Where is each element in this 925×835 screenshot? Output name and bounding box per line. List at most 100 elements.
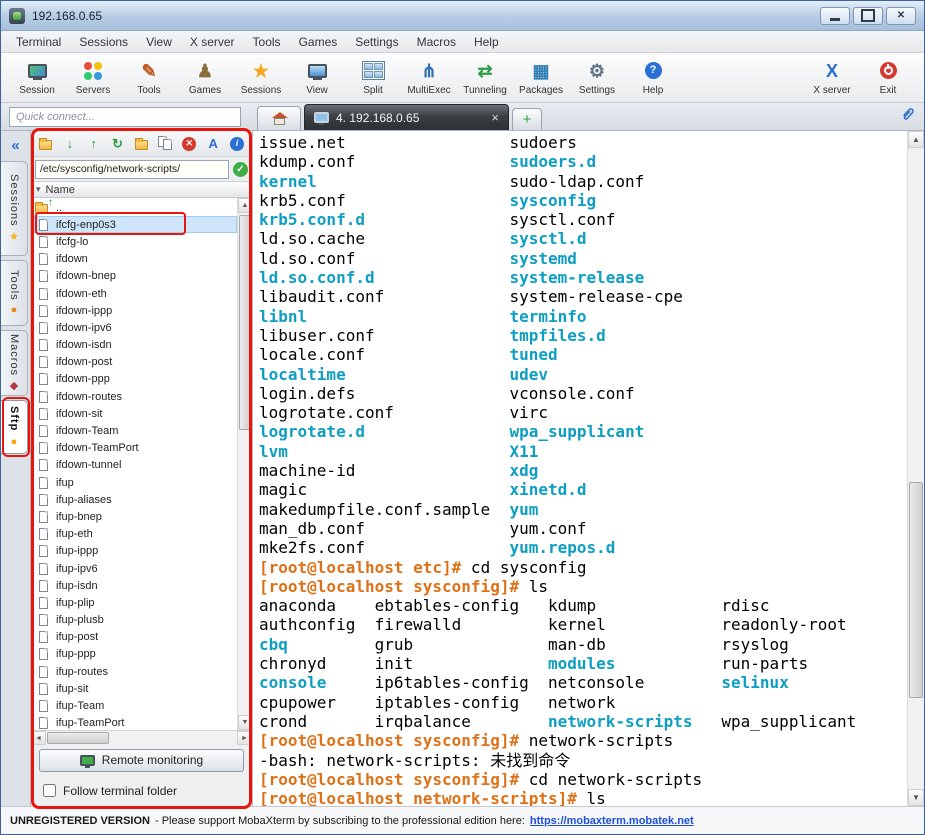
file-row[interactable]: ifcfg-lo <box>31 233 237 250</box>
file-list-scrollbar[interactable]: ▲ ▼ <box>237 198 252 730</box>
remote-monitoring-button[interactable]: Remote monitoring <box>39 748 244 772</box>
menu-games[interactable]: Games <box>290 32 347 52</box>
file-name: ifcfg-lo <box>56 235 89 248</box>
refresh-button[interactable]: ↻ <box>107 133 129 155</box>
file-row[interactable]: ifdown-bnep <box>31 268 237 285</box>
menu-sessions[interactable]: Sessions <box>70 32 137 52</box>
file-row[interactable]: ifup-plip <box>31 594 237 611</box>
sftp-path-input[interactable] <box>35 159 229 179</box>
packages-button[interactable]: ▦ Packages <box>513 55 569 101</box>
scroll-left-icon[interactable]: ◄ <box>31 731 46 745</box>
copy-button[interactable] <box>154 133 176 155</box>
file-row[interactable]: ifup-post <box>31 629 237 646</box>
file-row[interactable]: ifup-Team <box>31 697 237 714</box>
scroll-up-icon[interactable]: ▲ <box>238 198 252 213</box>
file-row[interactable]: ifup-ippp <box>31 543 237 560</box>
file-row[interactable]: ifdown-post <box>31 354 237 371</box>
file-row[interactable]: ifup <box>31 474 237 491</box>
side-tab-macros[interactable]: Macros ◆ <box>1 330 28 396</box>
menu-x-server[interactable]: X server <box>181 32 244 52</box>
servers-button[interactable]: Servers <box>65 55 121 101</box>
attachments-icon[interactable] <box>892 106 924 127</box>
file-row[interactable]: ifup-isdn <box>31 577 237 594</box>
info-button[interactable]: i <box>226 133 248 155</box>
scroll-down-icon[interactable]: ▼ <box>238 715 252 730</box>
download-button[interactable]: ↓ <box>59 133 81 155</box>
file-row[interactable]: ifdown-ippp <box>31 302 237 319</box>
file-row[interactable]: ifdown-Team <box>31 422 237 439</box>
quick-connect-input[interactable] <box>9 106 241 127</box>
font-button[interactable]: A <box>202 133 224 155</box>
menu-view[interactable]: View <box>137 32 181 52</box>
x-server-button[interactable]: X X server <box>804 55 860 101</box>
file-row[interactable]: ifdown-isdn <box>31 337 237 354</box>
new-folder-button[interactable] <box>35 133 57 155</box>
menu-terminal[interactable]: Terminal <box>7 32 70 52</box>
file-row[interactable]: ifup-eth <box>31 526 237 543</box>
file-list-header[interactable]: ▾ Name <box>31 181 252 198</box>
scroll-right-icon[interactable]: ► <box>237 731 252 745</box>
exit-button[interactable]: Exit <box>860 55 916 101</box>
side-tab-tools[interactable]: Tools ● <box>1 260 28 326</box>
file-row[interactable]: ifdown <box>31 251 237 268</box>
side-tab-sftp[interactable]: Sftp ● <box>1 400 28 454</box>
collapse-sidebar-button[interactable]: « <box>1 131 30 159</box>
view-button[interactable]: View <box>289 55 345 101</box>
tools-button[interactable]: ✎ Tools <box>121 55 177 101</box>
file-row[interactable]: ifdown-eth <box>31 285 237 302</box>
session-button[interactable]: Session <box>9 55 65 101</box>
open-folder-button[interactable] <box>131 133 153 155</box>
file-row[interactable]: ifdown-ipv6 <box>31 319 237 336</box>
file-row[interactable]: ifup-routes <box>31 663 237 680</box>
close-button[interactable] <box>886 6 916 25</box>
file-row[interactable]: ifup-plusb <box>31 612 237 629</box>
file-row[interactable]: ifup-bnep <box>31 508 237 525</box>
terminal-scrollbar-thumb[interactable] <box>909 482 923 698</box>
games-button[interactable]: ♟ Games <box>177 55 233 101</box>
terminal-scrollbar[interactable]: ▲ ▼ <box>907 131 924 806</box>
menu-help[interactable]: Help <box>465 32 508 52</box>
file-row[interactable]: ifup-aliases <box>31 491 237 508</box>
sessions-button[interactable]: ★ Sessions <box>233 55 289 101</box>
multiexec-button[interactable]: ⋔ MultiExec <box>401 55 457 101</box>
terminal-scroll-down-icon[interactable]: ▼ <box>908 789 924 806</box>
follow-terminal-folder-checkbox[interactable] <box>43 784 56 797</box>
new-tab-button[interactable]: + <box>512 108 542 130</box>
file-row[interactable]: ifup-ppp <box>31 646 237 663</box>
file-row[interactable]: ifdown-routes <box>31 388 237 405</box>
tunneling-button[interactable]: ⇄ Tunneling <box>457 55 513 101</box>
file-icon <box>35 614 51 627</box>
help-button[interactable]: ? Help <box>625 55 681 101</box>
tab-home[interactable] <box>257 106 301 130</box>
open-folder-icon <box>135 137 148 150</box>
file-row[interactable]: ifdown-TeamPort <box>31 440 237 457</box>
tab-active-session[interactable]: 4. 192.168.0.65 × <box>304 104 509 130</box>
parent-dir-row[interactable]: ↑.. <box>31 198 237 216</box>
file-row[interactable]: ifdown-ppp <box>31 371 237 388</box>
side-tab-sessions[interactable]: Sessions ★ <box>1 161 28 256</box>
file-list-scrollbar-thumb[interactable] <box>239 215 251 430</box>
file-list-hscrollbar-thumb[interactable] <box>47 732 109 744</box>
file-row[interactable]: ifup-sit <box>31 680 237 697</box>
tab-close-icon[interactable]: × <box>491 110 499 125</box>
menu-settings[interactable]: Settings <box>346 32 407 52</box>
upload-button[interactable]: ↑ <box>83 133 105 155</box>
path-ok-icon[interactable]: ✓ <box>233 161 248 177</box>
file-row[interactable]: ifup-ipv6 <box>31 560 237 577</box>
terminal-output[interactable]: issue.net sudoers kdump.conf sudoers.d ker… <box>253 131 907 806</box>
menu-macros[interactable]: Macros <box>408 32 465 52</box>
file-row[interactable]: ifdown-sit <box>31 405 237 422</box>
settings-button[interactable]: ⚙ Settings <box>569 55 625 101</box>
split-button[interactable]: Split <box>345 55 401 101</box>
delete-button[interactable]: ✕ <box>178 133 200 155</box>
minimize-button[interactable] <box>820 6 850 25</box>
terminal-scroll-up-icon[interactable]: ▲ <box>908 131 924 148</box>
maximize-button[interactable] <box>853 6 883 25</box>
file-row[interactable]: ifdown-tunnel <box>31 457 237 474</box>
download-icon: ↓ <box>66 136 74 151</box>
file-row[interactable]: ifup-TeamPort <box>31 715 237 730</box>
file-list-hscrollbar[interactable]: ◄ ► <box>31 730 252 745</box>
file-row[interactable]: ifcfg-enp0s3 <box>31 216 237 234</box>
menu-tools[interactable]: Tools <box>244 32 290 52</box>
statusbar-link[interactable]: https://mobaxterm.mobatek.net <box>530 815 694 827</box>
